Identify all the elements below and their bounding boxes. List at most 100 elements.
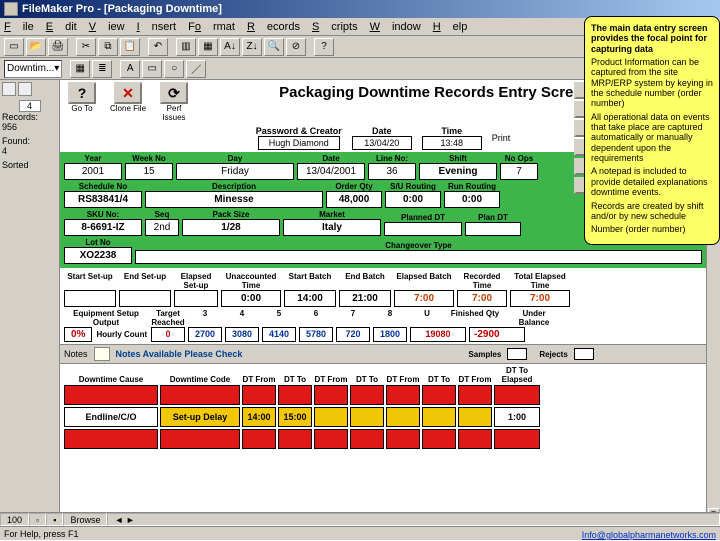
print-icon[interactable]: 🖨	[48, 38, 68, 56]
rejects-field[interactable]	[574, 348, 594, 360]
contact-email-link[interactable]: Info@globalpharmanetworks.com	[582, 530, 716, 540]
recorded-time-field: 7:00	[457, 290, 507, 307]
hourly-7[interactable]: 5780	[299, 327, 333, 342]
time-label: Time	[422, 126, 482, 136]
open-icon[interactable]: 📂	[26, 38, 46, 56]
menu-records[interactable]: Records	[247, 21, 300, 33]
hscroll-track[interactable]: ◄ ►	[107, 513, 720, 526]
day-field[interactable]: Friday	[176, 163, 294, 180]
elapsed-row: Start Set-up End Set-up Elapsed Set-up U…	[64, 272, 702, 307]
clonefile-button[interactable]: ✕Clone File	[110, 82, 146, 122]
menu-scripts[interactable]: Scripts	[312, 21, 358, 33]
mode-indicator[interactable]: Browse	[63, 513, 107, 526]
dt-elapsed-2: 1:00	[494, 407, 540, 427]
new-icon[interactable]: ▭	[4, 38, 24, 56]
sku-field[interactable]: 8-6691-IZ	[64, 219, 142, 236]
omit-icon[interactable]: ⊘	[286, 38, 306, 56]
recdate-field[interactable]: 13/04/2001	[297, 163, 365, 180]
sort-asc-icon[interactable]: A↓	[220, 38, 240, 56]
tool-d-icon[interactable]: ／	[186, 60, 206, 78]
delete-record-icon[interactable]: ▦	[198, 38, 218, 56]
qty-field[interactable]: 48,000	[326, 191, 382, 208]
schedule-field[interactable]: RS83841/4	[64, 191, 142, 208]
plan-dt-field[interactable]	[465, 222, 521, 236]
dt-cause-1[interactable]	[64, 385, 158, 405]
notes-icon[interactable]	[94, 347, 110, 361]
packsize-field[interactable]: 1/28	[182, 219, 280, 236]
hourly-6[interactable]: 4140	[262, 327, 296, 342]
run-routing-field[interactable]: 0:00	[444, 191, 500, 208]
goto-button[interactable]: ?Go To	[64, 82, 100, 122]
perf-button[interactable]: ⟳Perf Issues	[156, 82, 192, 122]
hourly-3[interactable]: 0	[151, 327, 185, 342]
menu-file[interactable]: File	[4, 21, 34, 33]
left-nav-pane: 4 Records:956 Found:4 Sorted	[0, 80, 60, 520]
dt-code-2[interactable]: Set-up Delay	[160, 407, 240, 427]
year-field[interactable]: 2001	[64, 163, 122, 180]
tool-a-icon[interactable]: A	[120, 60, 140, 78]
records-label: Records:	[2, 112, 38, 122]
zoom-out-icon[interactable]: ▫	[29, 513, 46, 526]
menu-help[interactable]: Help	[433, 21, 468, 33]
menu-view[interactable]: View	[89, 21, 125, 33]
menu-format[interactable]: Format	[188, 21, 235, 33]
changeover-field[interactable]	[135, 250, 702, 264]
start-batch-field[interactable]: 14:00	[284, 290, 336, 307]
layout-selector[interactable]: Downtim... ▾	[4, 60, 62, 78]
undo-icon[interactable]: ↶	[148, 38, 168, 56]
sort-desc-icon[interactable]: Z↓	[242, 38, 262, 56]
dt-cause-2[interactable]: Endline/C/O	[64, 407, 158, 427]
menu-insert[interactable]: Insert	[137, 21, 177, 33]
found-value: 4	[2, 146, 7, 156]
nav-keypad-icon[interactable]: ▦	[70, 60, 90, 78]
hourly-4[interactable]: 2700	[188, 327, 222, 342]
end-batch-field[interactable]: 21:00	[339, 290, 391, 307]
zoom-value[interactable]: 100	[0, 513, 29, 526]
hourly-8[interactable]: 720	[336, 327, 370, 342]
cut-icon[interactable]: ✂	[76, 38, 96, 56]
total-elapsed-field: 7:00	[510, 290, 570, 307]
lot-field[interactable]: XO2238	[64, 247, 132, 264]
hourly-u[interactable]: 1800	[373, 327, 407, 342]
samples-field[interactable]	[507, 348, 527, 360]
hourly-block: Equipment Setup Output Target Reached 3 …	[64, 309, 702, 342]
under-balance: -2900	[469, 327, 525, 342]
dt-to-2[interactable]: 15:00	[278, 407, 312, 427]
dt-code-1[interactable]	[160, 385, 240, 405]
print-label: Print	[492, 133, 511, 143]
paste-icon[interactable]: 📋	[120, 38, 140, 56]
hourly-5[interactable]: 3080	[225, 327, 259, 342]
help-icon[interactable]: ?	[314, 38, 334, 56]
dt-row-3	[64, 429, 702, 449]
copy-icon[interactable]: ⧉	[98, 38, 118, 56]
su-routing-field[interactable]: 0:00	[385, 191, 441, 208]
seq-field[interactable]: 2nd	[145, 219, 179, 236]
desc-field[interactable]: Minesse	[145, 191, 323, 208]
creator-value: Hugh Diamond	[258, 136, 340, 150]
view-list-icon[interactable]: ≣	[92, 60, 112, 78]
dt-row-2: Endline/C/O Set-up Delay 14:00 15:00 1:0…	[64, 407, 702, 427]
menu-edit[interactable]: Edit	[46, 21, 77, 33]
new-record-icon[interactable]: ▥	[176, 38, 196, 56]
find-icon[interactable]: 🔍	[264, 38, 284, 56]
tool-b-icon[interactable]: ▭	[142, 60, 162, 78]
hourly-count-label: Hourly Count	[96, 330, 147, 339]
status-zoom-row: 100 ▫ ▪ Browse ◄ ►	[0, 512, 720, 526]
zoom-in-icon[interactable]: ▪	[46, 513, 63, 526]
time-value: 13:48	[422, 136, 482, 150]
planned-dt-field[interactable]	[384, 222, 462, 236]
flip-icon[interactable]	[18, 82, 32, 96]
end-setup-field[interactable]	[119, 290, 171, 307]
start-setup-field[interactable]	[64, 290, 116, 307]
shift-field[interactable]: Evening	[419, 163, 497, 180]
help-balloon: The main data entry screen provides the …	[584, 16, 720, 245]
book-icon[interactable]	[2, 82, 16, 96]
week-field[interactable]: 15	[125, 163, 173, 180]
tool-c-icon[interactable]: ○	[164, 60, 184, 78]
menu-window[interactable]: Window	[370, 21, 421, 33]
line-field[interactable]: 36	[368, 163, 416, 180]
elapsed-batch-field: 7:00	[394, 290, 454, 307]
ops-field[interactable]: 7	[500, 163, 538, 180]
market-field[interactable]: Italy	[283, 219, 381, 236]
dt-from-2[interactable]: 14:00	[242, 407, 276, 427]
